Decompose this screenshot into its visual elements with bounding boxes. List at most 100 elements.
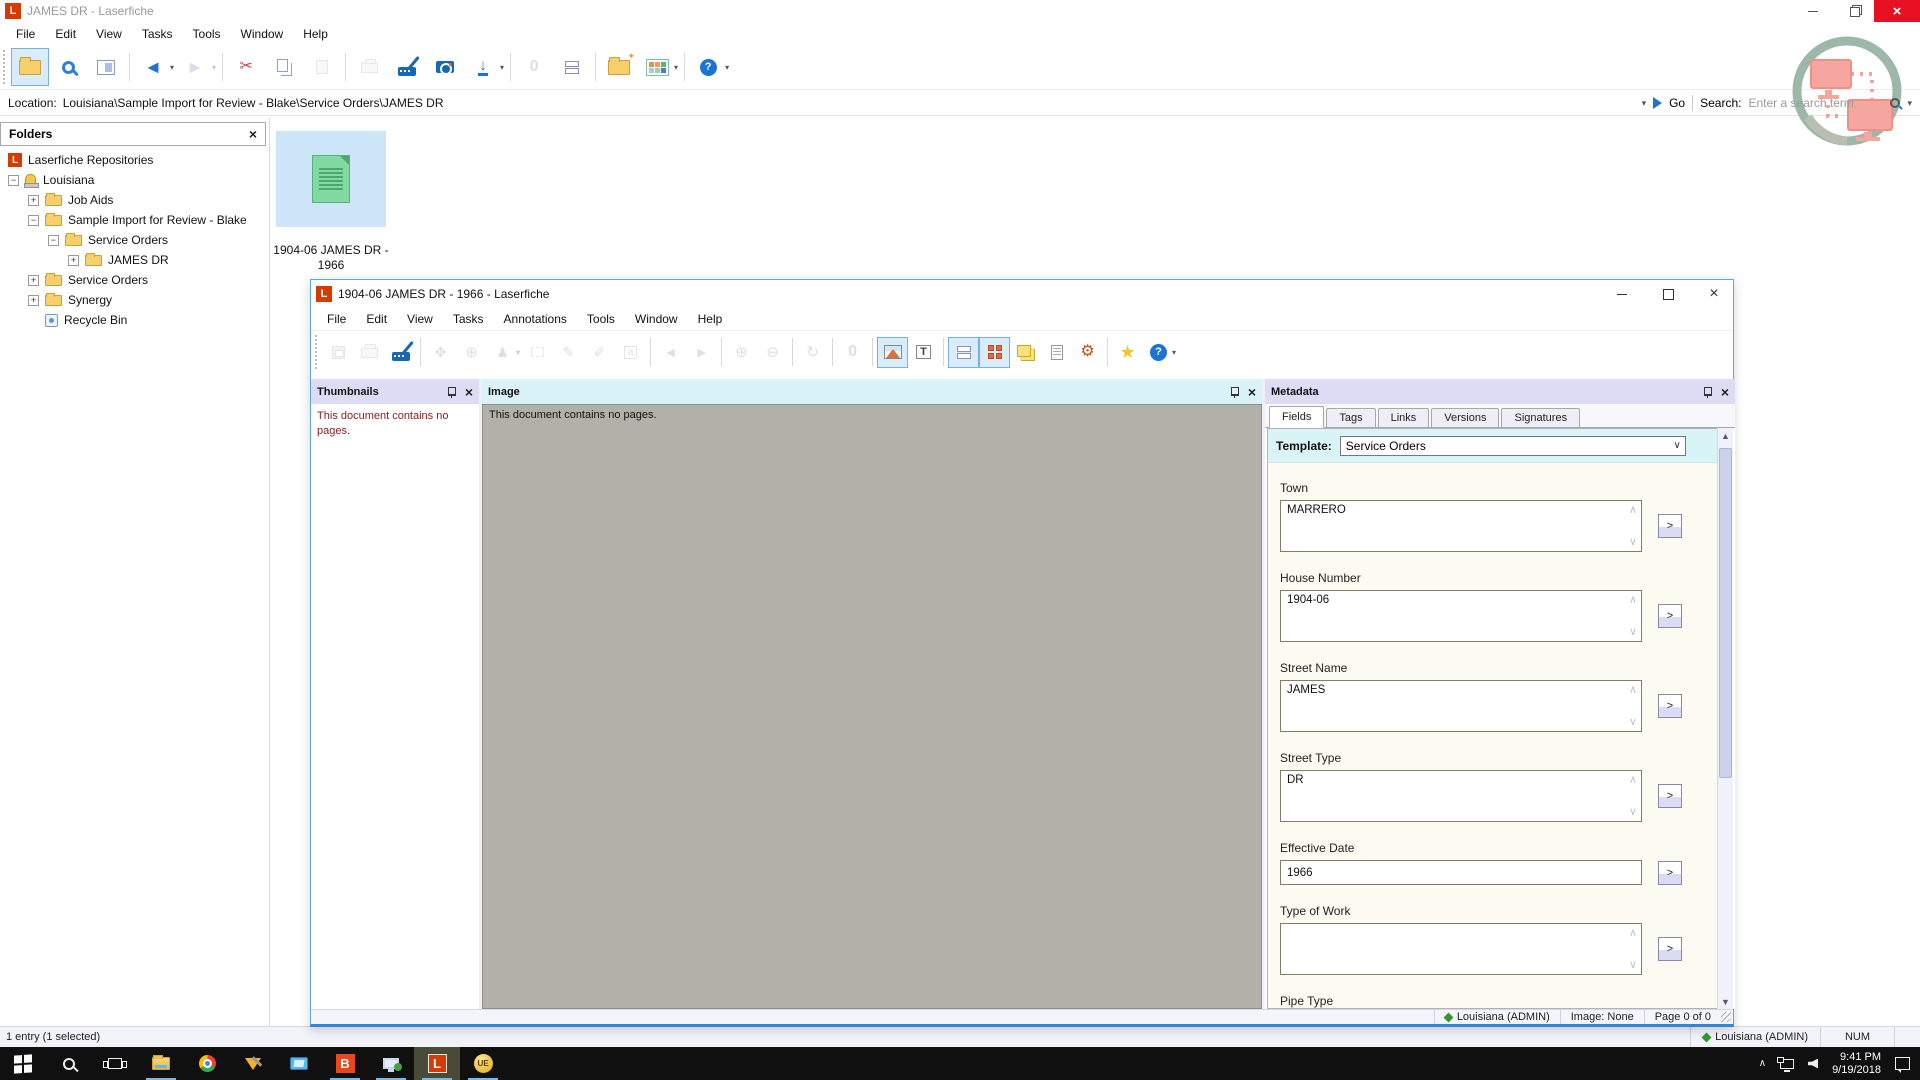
spin-down-icon[interactable]: ∨	[1629, 807, 1637, 817]
main-copy-button[interactable]	[265, 48, 303, 86]
location-path[interactable]: Louisiana\Sample Import for Review - Bla…	[63, 96, 444, 110]
menu-annotations[interactable]: Annotations	[494, 309, 577, 329]
tree-item-laserfiche-repositories[interactable]: LLaserfiche Repositories	[0, 150, 269, 170]
field-input-type-of-work[interactable]: ∧∨	[1280, 923, 1642, 975]
menu-tools[interactable]: Tools	[183, 24, 231, 44]
main-preview-pane-button[interactable]	[87, 48, 125, 86]
taskbar-dev-tool[interactable]	[230, 1047, 276, 1080]
doc-text-pane-button[interactable]	[1041, 337, 1072, 368]
taskbar-system-app[interactable]	[368, 1047, 414, 1080]
taskbar-start[interactable]	[0, 1047, 46, 1080]
doc-image-view-button[interactable]	[877, 337, 908, 368]
tree-expander-icon[interactable]: +	[68, 255, 79, 266]
search-icon[interactable]	[1890, 98, 1900, 108]
menu-view[interactable]: View	[86, 24, 132, 44]
main-open-folder-button[interactable]	[11, 48, 49, 86]
tree-item-service-orders[interactable]: +Service Orders	[0, 270, 269, 290]
close-button[interactable]	[1874, 0, 1920, 22]
tree-item-james-dr[interactable]: +JAMES DR	[0, 250, 269, 270]
taskbar-laserfiche[interactable]: L	[414, 1047, 460, 1080]
taskbar-taskbar-search[interactable]	[46, 1047, 92, 1080]
tree-item-job-aids[interactable]: +Job Aids	[0, 190, 269, 210]
doc-metadata-pane-button[interactable]	[979, 337, 1010, 368]
volume-icon[interactable]	[1808, 1059, 1818, 1069]
tab-links[interactable]: Links	[1378, 408, 1430, 427]
field-spinner[interactable]: ∧∨	[1629, 505, 1637, 547]
menu-tools[interactable]: Tools	[577, 309, 625, 329]
main-cut-button[interactable]: ✂	[227, 48, 265, 86]
go-button[interactable]: Go	[1669, 96, 1685, 110]
doc-annotations-pane-button[interactable]	[1010, 337, 1041, 368]
tab-signatures[interactable]: Signatures	[1501, 408, 1580, 427]
tree-expander-icon[interactable]: −	[8, 175, 19, 186]
doc-favorites-button[interactable]: ★	[1112, 337, 1143, 368]
main-photo-button[interactable]	[426, 48, 464, 86]
template-select[interactable]: Service Orders ∨	[1340, 436, 1686, 456]
folders-close-icon[interactable]: ×	[249, 127, 257, 141]
tray-expand-icon[interactable]: ∧	[1759, 1058, 1766, 1069]
search-input[interactable]: Enter a search term	[1748, 96, 1883, 110]
menu-file[interactable]: File	[317, 309, 356, 329]
field-input-town[interactable]: MARRERO∧∨	[1280, 500, 1642, 552]
image-canvas[interactable]: This document contains no pages.	[482, 404, 1262, 1009]
spin-down-icon[interactable]: ∨	[1629, 627, 1637, 637]
field-input-house-number[interactable]: 1904-06∧∨	[1280, 590, 1642, 642]
menu-tasks[interactable]: Tasks	[132, 24, 183, 44]
tree-item-synergy[interactable]: +Synergy	[0, 290, 269, 310]
field-expand-button-house-number[interactable]: >	[1658, 604, 1682, 628]
pin-icon[interactable]	[1229, 386, 1240, 398]
field-expand-button-type-of-work[interactable]: >	[1658, 937, 1682, 961]
taskbar-chrome[interactable]	[184, 1047, 230, 1080]
close-icon[interactable]: ×	[1248, 385, 1256, 399]
metadata-scrollbar[interactable]: ▲ ▼	[1717, 428, 1733, 1009]
menu-help[interactable]: Help	[293, 24, 338, 44]
action-center-icon[interactable]	[1895, 1057, 1910, 1070]
tab-tags[interactable]: Tags	[1326, 408, 1375, 427]
menu-help[interactable]: Help	[688, 309, 733, 329]
main-scan-button[interactable]	[388, 48, 426, 86]
field-expand-button-town[interactable]: >	[1658, 514, 1682, 538]
menu-tasks[interactable]: Tasks	[443, 309, 494, 329]
field-expand-button-street-name[interactable]: >	[1658, 694, 1682, 718]
spin-up-icon[interactable]: ∧	[1629, 928, 1637, 938]
tree-expander-icon[interactable]: +	[28, 295, 39, 306]
spin-down-icon[interactable]: ∨	[1629, 537, 1637, 547]
taskbar-file-explorer[interactable]	[138, 1047, 184, 1080]
tree-item-sample-import-for-review-blake[interactable]: −Sample Import for Review - Blake	[0, 210, 269, 230]
spin-up-icon[interactable]: ∧	[1629, 775, 1637, 785]
taskbar-remote-desktop[interactable]	[276, 1047, 322, 1080]
scroll-down-icon[interactable]: ▼	[1718, 994, 1733, 1009]
close-icon[interactable]: ×	[1721, 385, 1729, 399]
document-tile[interactable]: 1904-06 JAMES DR - 1966	[276, 131, 386, 227]
main-view-options-button[interactable]	[638, 48, 676, 86]
doc-thumbnails-pane-button[interactable]	[948, 337, 979, 368]
tree-expander-icon[interactable]: −	[28, 215, 39, 226]
field-spinner[interactable]: ∧∨	[1629, 775, 1637, 817]
taskbar-clock[interactable]: 9:41 PM 9/19/2018	[1832, 1051, 1881, 1077]
field-spinner[interactable]: ∧∨	[1629, 595, 1637, 637]
tree-item-service-orders[interactable]: −Service Orders	[0, 230, 269, 250]
search-dropdown-icon[interactable]: ▾	[1907, 98, 1912, 109]
main-help-button[interactable]: ?	[689, 48, 727, 86]
tree-item-recycle-bin[interactable]: Recycle Bin	[0, 310, 269, 330]
maximize-button[interactable]	[1649, 280, 1687, 308]
menu-window[interactable]: Window	[231, 24, 294, 44]
close-button[interactable]	[1695, 280, 1733, 308]
main-back-button[interactable]: ◄	[134, 48, 172, 86]
tree-expander-icon[interactable]: −	[48, 235, 59, 246]
spin-up-icon[interactable]: ∧	[1629, 685, 1637, 695]
location-dropdown-icon[interactable]: ▾	[1642, 98, 1647, 109]
field-input-street-type[interactable]: DR∧∨	[1280, 770, 1642, 822]
main-search-button[interactable]	[49, 48, 87, 86]
main-new-folder-button[interactable]: ✦	[600, 48, 638, 86]
doc-options-button[interactable]: ⚙	[1072, 337, 1103, 368]
go-icon[interactable]	[1653, 97, 1662, 109]
pin-icon[interactable]	[1702, 386, 1713, 398]
field-input-street-name[interactable]: JAMES∧∨	[1280, 680, 1642, 732]
tree-item-louisiana[interactable]: −Louisiana	[0, 170, 269, 190]
minimize-button[interactable]	[1603, 280, 1641, 308]
doc-text-view-button[interactable]: T	[908, 337, 939, 368]
menu-window[interactable]: Window	[625, 309, 688, 329]
field-expand-button-street-type[interactable]: >	[1658, 784, 1682, 808]
doc-help-button[interactable]: ?	[1143, 337, 1174, 368]
